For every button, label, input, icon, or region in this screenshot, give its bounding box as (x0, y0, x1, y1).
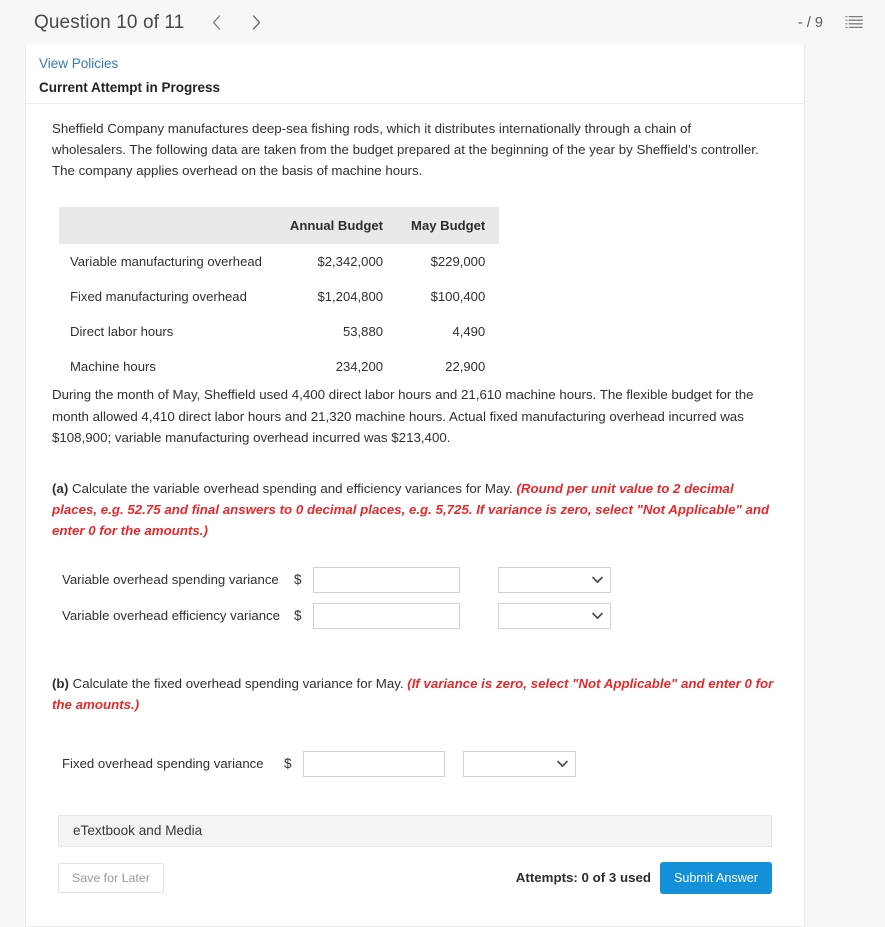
variable-overhead-efficiency-variance-select-wrap: FavorableUnfavorableNot Applicable (498, 602, 611, 629)
etextbook-and-media-bar[interactable]: eTextbook and Media (58, 814, 772, 847)
fixed-overhead-spending-variance-select-wrap: FavorableUnfavorableNot Applicable (463, 750, 576, 777)
currency-symbol: $ (294, 608, 302, 624)
question-footer: Save for Later Attempts: 0 of 3 used Sub… (58, 861, 772, 894)
question-toolbar: Question 10 of 11 - / 9 (0, 0, 885, 45)
question-card: View Policies Current Attempt in Progres… (25, 45, 805, 927)
question-part-b: (b) Calculate the fixed overhead spendin… (48, 673, 782, 777)
table-row: Machine hours 234,200 22,900 (59, 349, 499, 384)
question-a-answer-rows: Variable overhead spending variance $ Fa… (52, 566, 778, 629)
question-b-marker: (b) (52, 675, 69, 691)
view-policies-link[interactable]: View Policies (39, 56, 118, 71)
save-for-later-button[interactable]: Save for Later (58, 862, 164, 893)
currency-symbol: $ (284, 756, 292, 772)
answer-row-variable-spending: Variable overhead spending variance $ Fa… (52, 566, 778, 593)
row-label: Direct labor hours (70, 324, 174, 340)
row-may-value: 4,490 (452, 324, 486, 340)
row-label: Variable manufacturing overhead (70, 254, 262, 270)
fixed-overhead-spending-variance-select[interactable]: FavorableUnfavorableNot Applicable (463, 750, 576, 777)
attempts-status: Attempts: 0 of 3 used (515, 870, 651, 886)
variable-overhead-spending-variance-select-wrap: FavorableUnfavorableNot Applicable (498, 566, 611, 593)
question-b-text: Calculate the fixed overhead spending va… (68, 675, 408, 691)
row-may-value: 22,900 (445, 359, 486, 375)
currency-symbol: $ (294, 572, 302, 588)
question-a-text: Calculate the variable overhead spending… (68, 480, 517, 496)
row-may-value: $229,000 (430, 254, 486, 270)
answer-row-variable-efficiency: Variable overhead efficiency variance $ … (52, 602, 778, 629)
variable-overhead-spending-variance-input[interactable] (313, 566, 460, 593)
footer-right-group: Attempts: 0 of 3 used Submit Answer (515, 861, 772, 894)
card-header: View Policies Current Attempt in Progres… (26, 45, 804, 104)
chevron-right-icon[interactable] (246, 13, 266, 33)
fixed-overhead-spending-variance-input[interactable] (303, 750, 445, 777)
row-label: Machine hours (70, 359, 156, 375)
question-b-prompt: (b) Calculate the fixed overhead spendin… (52, 673, 778, 715)
intro-paragraph: Sheffield Company manufactures deep-sea … (52, 121, 759, 179)
card-body: Sheffield Company manufactures deep-sea … (26, 104, 804, 926)
etextbook-label: eTextbook and Media (73, 823, 203, 839)
variable-overhead-efficiency-variance-input[interactable] (313, 602, 460, 629)
submit-answer-button[interactable]: Submit Answer (660, 861, 772, 894)
table-row: Variable manufacturing overhead $2,342,0… (59, 244, 499, 279)
question-a-marker: (a) (52, 480, 69, 496)
column-header-blank (59, 207, 276, 245)
row-label: Fixed manufacturing overhead (70, 289, 247, 305)
table-row: Direct labor hours 53,880 4,490 (59, 314, 499, 349)
budget-table: Annual Budget May Budget Variable manufa… (59, 207, 500, 384)
row-annual-value: 53,880 (342, 324, 384, 340)
list-icon[interactable] (845, 15, 863, 31)
row-may-value: $100,400 (430, 289, 486, 305)
budget-table-body: Variable manufacturing overhead $2,342,0… (59, 244, 499, 384)
budget-table-head: Annual Budget May Budget (59, 207, 500, 245)
column-header-may-budget: May Budget (397, 207, 500, 245)
question-a-prompt: (a) Calculate the variable overhead spen… (52, 478, 778, 541)
row-annual-value: $1,204,800 (317, 289, 384, 305)
row-annual-value: 234,200 (335, 359, 384, 375)
variable-overhead-spending-variance-select[interactable]: FavorableUnfavorableNot Applicable (498, 566, 611, 593)
variable-overhead-efficiency-variance-select[interactable]: FavorableUnfavorableNot Applicable (498, 602, 611, 629)
question-navigation (206, 13, 266, 33)
question-part-a: (a) Calculate the variable overhead spen… (48, 478, 782, 629)
chevron-left-icon[interactable] (206, 13, 226, 33)
row-annual-value: $2,342,000 (317, 254, 384, 270)
column-header-annual-budget: Annual Budget (275, 207, 398, 245)
score-display: - / 9 (798, 14, 823, 31)
table-row: Fixed manufacturing overhead $1,204,800 … (59, 279, 499, 314)
answer-label: Fixed overhead spending variance (62, 756, 264, 772)
answer-label: Variable overhead spending variance (62, 572, 279, 588)
answer-label: Variable overhead efficiency variance (62, 608, 280, 624)
page-title: Question 10 of 11 (34, 11, 185, 33)
table-header-row: Annual Budget May Budget (59, 207, 500, 245)
data-paragraph: During the month of May, Sheffield used … (52, 387, 754, 445)
toolbar-right-group: - / 9 (798, 15, 863, 31)
attempt-status: Current Attempt in Progress (39, 80, 221, 95)
answer-row-fixed-spending: Fixed overhead spending variance $ Favor… (52, 750, 778, 777)
